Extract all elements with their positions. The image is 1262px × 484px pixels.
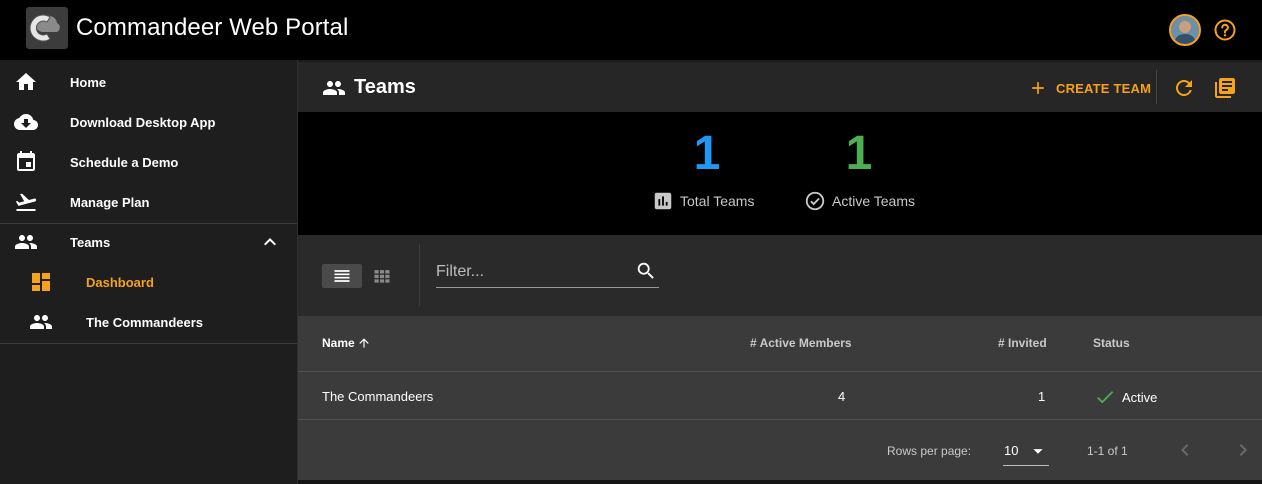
- previous-page-icon[interactable]: [1173, 438, 1197, 462]
- cell-invited: 1: [1038, 389, 1046, 404]
- home-icon: [14, 70, 38, 94]
- pagination-range: 1-1 of 1: [1087, 444, 1128, 458]
- cell-active-members: 4: [838, 389, 846, 404]
- active-teams-caption: Active Teams: [804, 190, 915, 212]
- people-icon: [29, 310, 53, 334]
- sidebar-item-download-desktop-app[interactable]: Download Desktop App: [0, 102, 297, 142]
- app-title: Commandeer Web Portal: [76, 14, 349, 41]
- sidebar-item-label: The Commandeers: [86, 315, 204, 330]
- create-team-label: CREATE TEAM: [1056, 80, 1152, 96]
- help-icon[interactable]: [1213, 18, 1237, 42]
- sidebar-item-dashboard[interactable]: Dashboard: [0, 262, 297, 302]
- app-bar: Commandeer Web Portal: [0, 0, 1262, 60]
- create-team-button[interactable]: CREATE TEAM: [1028, 76, 1151, 100]
- table-header: Name # Active Members # Invited Status: [298, 316, 1262, 372]
- table-pagination: Rows per page: 10 1-1 of 1: [298, 420, 1262, 480]
- sidebar-item-schedule-demo[interactable]: Schedule a Demo: [0, 142, 297, 182]
- active-teams-stat: 1 Active Teams: [804, 112, 934, 236]
- search-icon[interactable]: [635, 260, 657, 282]
- column-header-name[interactable]: Name: [322, 336, 371, 350]
- sidebar-item-label: Manage Plan: [70, 195, 150, 210]
- commandeer-logo[interactable]: [26, 7, 68, 49]
- cell-name: The Commandeers: [322, 389, 434, 404]
- sidebar-item-label: Home: [70, 75, 107, 90]
- filter-field: [436, 256, 659, 288]
- sidebar-item-label: Schedule a Demo: [70, 155, 179, 170]
- column-header-status[interactable]: Status: [1093, 336, 1130, 350]
- sidebar-item-label: Download Desktop App: [70, 115, 216, 130]
- sidebar-item-home[interactable]: Home: [0, 62, 297, 102]
- documentation-icon[interactable]: [1213, 76, 1237, 100]
- sidebar-item-the-commandeers[interactable]: The Commandeers: [0, 302, 297, 342]
- flight-takeoff-icon: [14, 190, 38, 214]
- main-content: Teams CREATE TEAM 1 Total Teams 1 Active…: [298, 60, 1262, 484]
- calendar-icon: [14, 150, 38, 174]
- people-icon: [322, 76, 346, 100]
- page-title: Teams: [354, 76, 416, 98]
- sidebar-divider: [0, 343, 297, 344]
- dropdown-arrow-icon: [1033, 449, 1043, 454]
- active-teams-label: Active Teams: [832, 193, 915, 209]
- chevron-up-icon[interactable]: [258, 230, 282, 254]
- table-toolbar: [298, 236, 1262, 316]
- sidebar-item-label: Dashboard: [86, 275, 154, 290]
- status-label: Active: [1122, 389, 1158, 405]
- total-teams-value: 1: [693, 127, 721, 180]
- toolbar-divider: [419, 244, 420, 306]
- rows-per-page-value: 10: [1004, 443, 1019, 458]
- grid-view-button[interactable]: [362, 264, 402, 288]
- grid-icon: [374, 270, 390, 283]
- total-teams-label: Total Teams: [680, 193, 755, 209]
- check-icon: [1097, 391, 1114, 404]
- rows-per-page-select[interactable]: 10: [1003, 438, 1049, 466]
- table-row[interactable]: The Commandeers 4 1 Active: [298, 372, 1262, 420]
- total-teams-caption: Total Teams: [652, 190, 754, 212]
- cell-status: Active: [1094, 386, 1157, 408]
- column-header-active-members[interactable]: # Active Members: [750, 336, 852, 350]
- list-view-button[interactable]: [322, 264, 362, 288]
- sidebar-item-manage-plan[interactable]: Manage Plan: [0, 182, 297, 222]
- arrow-up-icon: [359, 338, 369, 348]
- check-circle-icon: [805, 191, 825, 211]
- filter-input[interactable]: [436, 260, 626, 284]
- sidebar-item-teams[interactable]: Teams: [0, 222, 297, 262]
- people-icon: [14, 230, 38, 254]
- page-header: Teams CREATE TEAM: [298, 60, 1262, 112]
- dashboard-icon: [29, 270, 53, 294]
- plus-icon: [1032, 82, 1044, 94]
- header-divider: [1156, 70, 1157, 104]
- cloud-download-icon: [14, 110, 38, 134]
- stats-panel: 1 Total Teams 1 Active Teams: [298, 112, 1262, 236]
- column-header-invited[interactable]: # Invited: [998, 336, 1047, 350]
- rows-per-page-label: Rows per page:: [887, 444, 972, 458]
- user-avatar[interactable]: [1169, 14, 1201, 46]
- bar-chart-icon: [654, 192, 672, 210]
- column-header-label: Name: [322, 336, 355, 350]
- refresh-icon[interactable]: [1172, 76, 1196, 100]
- sidebar-item-label: Teams: [70, 235, 111, 250]
- next-page-icon[interactable]: [1231, 438, 1255, 462]
- list-icon: [334, 270, 350, 282]
- bottom-edge: [298, 480, 1262, 484]
- sidebar: Home Download Desktop App Schedule a Dem…: [0, 60, 298, 484]
- total-teams-stat: 1 Total Teams: [652, 112, 762, 236]
- active-teams-value: 1: [845, 127, 873, 180]
